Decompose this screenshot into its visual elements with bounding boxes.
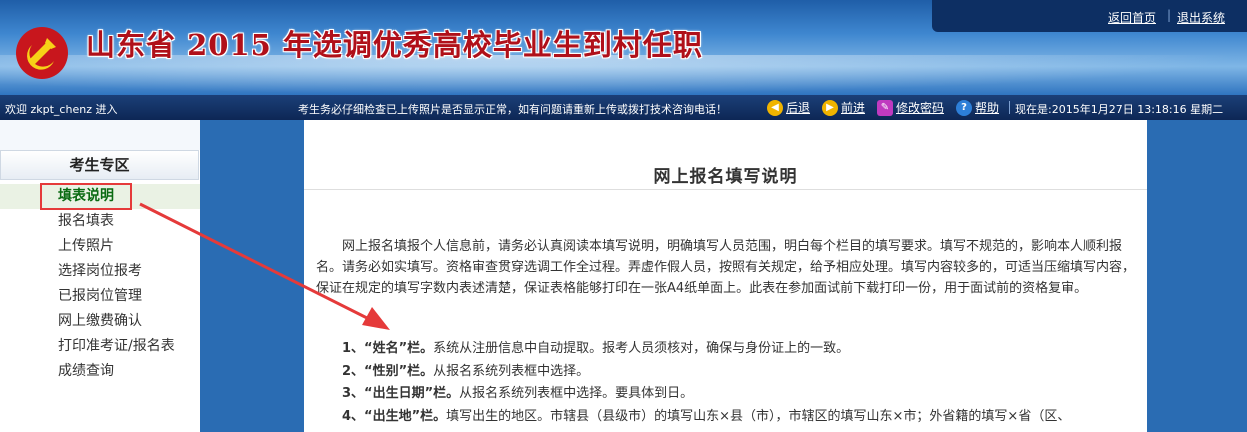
- home-link[interactable]: 返回首页: [1108, 9, 1156, 26]
- instruction-list: 1、“姓名”栏。系统从注册信息中自动提取。报考人员须核对，确保与身份证上的一致。…: [342, 338, 1142, 428]
- party-emblem-icon: [16, 27, 68, 79]
- list-item: 2、“性别”栏。从报名系统列表框中选择。: [342, 361, 1142, 384]
- sidebar-item-select-position[interactable]: 选择岗位报考: [0, 259, 200, 284]
- sidebar-item-manage-positions[interactable]: 已报岗位管理: [0, 284, 200, 309]
- intro-paragraph: 网上报名填报个人信息前，请务必认真阅读本填写说明，明确填写人员范围，明白每个栏目…: [316, 239, 1136, 296]
- item-num: 1、: [342, 341, 365, 356]
- help-button[interactable]: ? 帮助: [956, 98, 999, 117]
- header-banner: 山东省 2015 年选调优秀高校毕业生到村任职 返回首页 | 退出系统: [0, 0, 1247, 95]
- sidebar-item-registration-form[interactable]: 报名填表: [0, 209, 200, 234]
- sidebar-menu: 填表说明 报名填表 上传照片 选择岗位报考 已报岗位管理 网上缴费确认 打印准考…: [0, 184, 200, 384]
- nav-bar: 欢迎 zkpt_chenz 进入 考生务必仔细检查已上传照片是否显示正常，如有问…: [0, 95, 1247, 120]
- page-title: 网上报名填写说明: [653, 167, 798, 187]
- forward-button[interactable]: ▶ 前进: [822, 98, 865, 117]
- help-icon: ?: [956, 99, 972, 116]
- item-field: “性别”栏。: [364, 363, 434, 379]
- list-item: 1、“姓名”栏。系统从注册信息中自动提取。报考人员须核对，确保与身份证上的一致。: [342, 338, 1142, 361]
- item-num: 2、: [342, 363, 365, 379]
- logout-link[interactable]: 退出系统: [1177, 9, 1225, 26]
- sidebar: 考生专区 填表说明 报名填表 上传照片 选择岗位报考 已报岗位管理 网上缴费确认…: [0, 120, 200, 432]
- item-field: “姓名”栏。: [364, 341, 434, 356]
- main-content: 网上报名填写说明 网上报名填报个人信息前，请务必认真阅读本填写说明，明确填写人员…: [304, 120, 1147, 432]
- link-separator: |: [1167, 8, 1172, 22]
- item-text: 填写出生的地区。市辖县（县级市）的填写山东×县（市），市辖区的填写山东×市；外省…: [446, 408, 1071, 424]
- item-field: “出生地”栏。: [364, 408, 447, 424]
- current-time: 现在是:2015年1月27日 13:18:16 星期二: [1015, 103, 1224, 116]
- nav-divider: [1009, 101, 1010, 114]
- right-gutter: [1147, 120, 1247, 432]
- annotation-highlight-box: [40, 183, 132, 210]
- change-password-label: 修改密码: [896, 101, 945, 115]
- left-gutter: [200, 120, 304, 432]
- item-num: 4、: [342, 408, 365, 424]
- sidebar-heading: 考生专区: [0, 150, 199, 180]
- sidebar-item-print-admission[interactable]: 打印准考证/报名表: [0, 334, 200, 359]
- sidebar-item-payment-confirm[interactable]: 网上缴费确认: [0, 309, 200, 334]
- forward-label: 前进: [841, 101, 866, 115]
- back-label: 后退: [786, 101, 811, 115]
- back-button[interactable]: ◀ 后退: [767, 98, 810, 117]
- title-divider: [304, 189, 1147, 190]
- welcome-text: 欢迎 zkpt_chenz 进入: [5, 103, 118, 116]
- help-label: 帮助: [975, 101, 1000, 115]
- item-field: “出生日期”栏。: [364, 386, 460, 401]
- sidebar-item-upload-photo[interactable]: 上传照片: [0, 234, 200, 259]
- item-text: 从报名系统列表框中选择。: [433, 363, 590, 379]
- forward-arrow-icon: ▶: [822, 99, 838, 116]
- list-item: 4、“出生地”栏。填写出生的地区。市辖县（县级市）的填写山东×县（市），市辖区的…: [342, 406, 1142, 429]
- site-title: 山东省 2015 年选调优秀高校毕业生到村任职: [86, 28, 703, 62]
- sidebar-top-gap: [0, 120, 200, 150]
- notice-text: 考生务必仔细检查已上传照片是否显示正常，如有问题请重新上传或拨打技术咨询电话！: [298, 103, 727, 116]
- top-links: 返回首页 | 退出系统: [932, 0, 1247, 32]
- change-password-button[interactable]: ✎ 修改密码: [877, 98, 944, 117]
- item-text: 从报名系统列表框中选择。要具体到日。: [459, 386, 694, 401]
- item-text: 系统从注册信息中自动提取。报考人员须核对，确保与身份证上的一致。: [433, 341, 850, 356]
- password-icon: ✎: [877, 99, 893, 116]
- list-item: 3、“出生日期”栏。从报名系统列表框中选择。要具体到日。: [342, 383, 1142, 406]
- back-arrow-icon: ◀: [767, 99, 783, 116]
- item-num: 3、: [342, 386, 365, 401]
- sidebar-item-score-query[interactable]: 成绩查询: [0, 359, 200, 384]
